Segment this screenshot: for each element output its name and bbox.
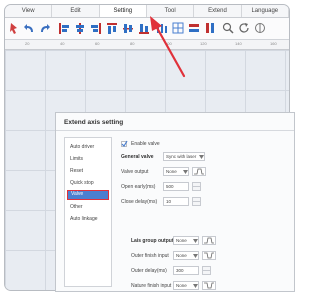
close-delay-spinner[interactable] [192,197,201,206]
outer-finish-input-label: Outer finish input [131,253,169,259]
lais-group-output-label: Lais group output [131,238,174,244]
open-early-input[interactable]: 500 [163,182,189,191]
check-icon [121,140,128,147]
settings-nav: Auto driver Limits Reset Quick stop Valv… [64,137,112,287]
dialog-title: Extend axis setting [64,119,124,126]
refresh-icon[interactable] [238,22,250,35]
chevron-down-icon [193,239,198,243]
align-right-icon[interactable] [90,22,102,35]
nav-item-other[interactable]: Other [67,202,109,212]
align-top-icon[interactable] [106,22,118,35]
nav-item-reset[interactable]: Reset [67,166,109,176]
open-early-spinner[interactable] [192,182,201,191]
pulse-low-icon [204,252,214,259]
same-height-icon[interactable] [204,22,216,35]
ruler-label: 120 [200,41,207,46]
chevron-down-icon [193,254,198,258]
divider [56,130,294,131]
pointer-icon[interactable] [9,22,19,35]
valve-output-label: Valve output [121,169,149,175]
zoom-icon[interactable] [222,22,234,35]
close-delay-input[interactable]: 10 [163,197,189,206]
pan-icon[interactable] [254,22,266,35]
chevron-down-icon [199,155,204,159]
menu-view[interactable]: View [5,5,53,17]
align-middle-icon[interactable] [122,22,134,35]
outer-delay-spinner[interactable] [202,266,211,275]
ruler-label: 20 [25,41,30,46]
menu-extend[interactable]: Extend [194,5,242,17]
pulse-high-icon [194,168,204,175]
chevron-down-icon [193,284,198,288]
nature-finish-input-label: Nature finish input [131,283,172,289]
close-delay-label: Close delay(ms) [121,199,158,205]
align-center-icon[interactable] [74,22,86,35]
chevron-down-icon [183,170,188,174]
ruler-label: 80 [130,41,135,46]
nav-item-auto-linkage[interactable]: Auto linkage [67,214,109,224]
nav-item-limits[interactable]: Limits [67,154,109,164]
nav-item-valve[interactable]: Valve [67,190,109,200]
outer-delay-input[interactable]: 300 [173,266,199,275]
nav-item-auto-driver[interactable]: Auto driver [67,142,109,152]
outer-delay-label: Outer delay(ms) [131,268,167,274]
nav-item-quick-stop[interactable]: Quick stop [67,178,109,188]
general-valve-label: General valve [121,154,154,160]
pulse-high-icon [204,237,214,244]
menu-edit[interactable]: Edit [52,5,100,17]
ruler-label: 160 [270,41,277,46]
align-left-icon[interactable] [58,22,70,35]
open-early-label: Open early(ms) [121,184,156,190]
ruler-label: 60 [95,41,100,46]
enable-valve-label: Enable valve [131,141,160,147]
undo-icon[interactable] [23,22,35,35]
extend-axis-setting-dialog: Extend axis setting Auto driver Limits R… [55,112,295,292]
menu-language[interactable]: Language [242,5,289,17]
redo-icon[interactable] [39,22,51,35]
ruler-label: 140 [235,41,242,46]
pulse-low-icon [204,282,214,289]
red-arrow-annotation [150,16,186,78]
ruler-label: 40 [60,41,65,46]
